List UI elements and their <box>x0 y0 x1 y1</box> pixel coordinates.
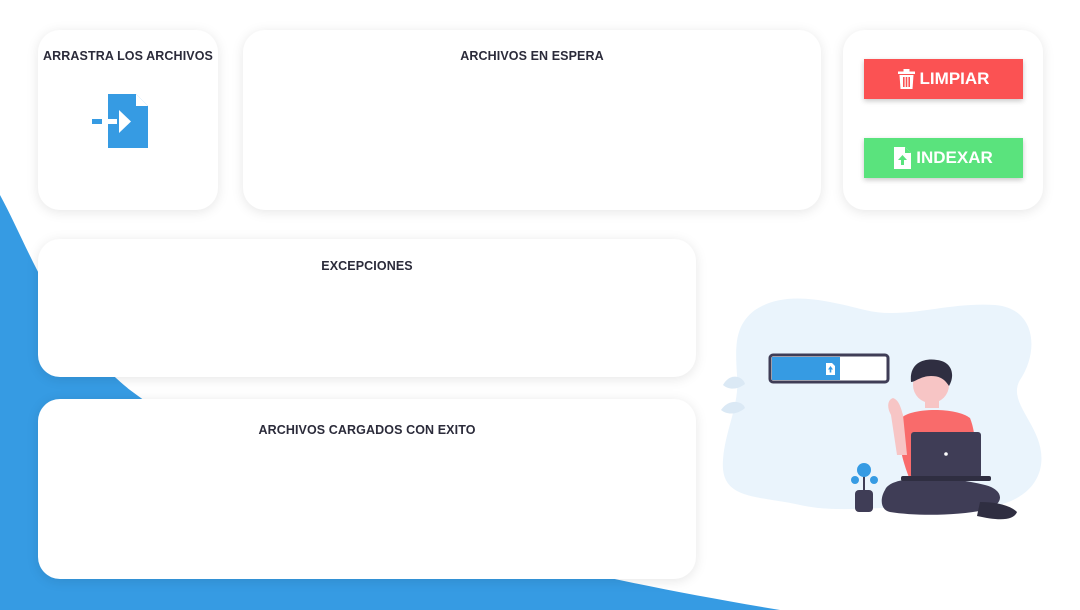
upload-progress-bar <box>768 353 890 384</box>
index-button-label: INDEXAR <box>916 148 993 167</box>
index-button[interactable]: INDEXAR <box>864 138 1023 178</box>
exceptions-card: EXCEPCIONES <box>38 239 696 377</box>
waiting-files-title: ARCHIVOS EN ESPERA <box>460 49 604 63</box>
drop-zone-title: ARRASTRA LOS ARCHIVOS <box>43 49 213 63</box>
upload-illustration <box>721 298 1042 520</box>
clear-button[interactable]: LIMPIAR <box>864 59 1023 99</box>
illustration-blob <box>722 298 1042 510</box>
file-import-icon[interactable] <box>91 93 149 151</box>
file-upload-icon <box>894 147 912 169</box>
clear-button-label: LIMPIAR <box>919 69 990 88</box>
waiting-files-card: ARCHIVOS EN ESPERA <box>243 30 821 210</box>
uploaded-files-card: ARCHIVOS CARGADOS CON EXITO <box>38 399 696 579</box>
uploaded-files-title: ARCHIVOS CARGADOS CON EXITO <box>258 423 476 437</box>
actions-card: LIMPIAR INDEXAR <box>843 30 1043 210</box>
trash-icon <box>897 69 915 89</box>
exceptions-title: EXCEPCIONES <box>321 259 413 273</box>
